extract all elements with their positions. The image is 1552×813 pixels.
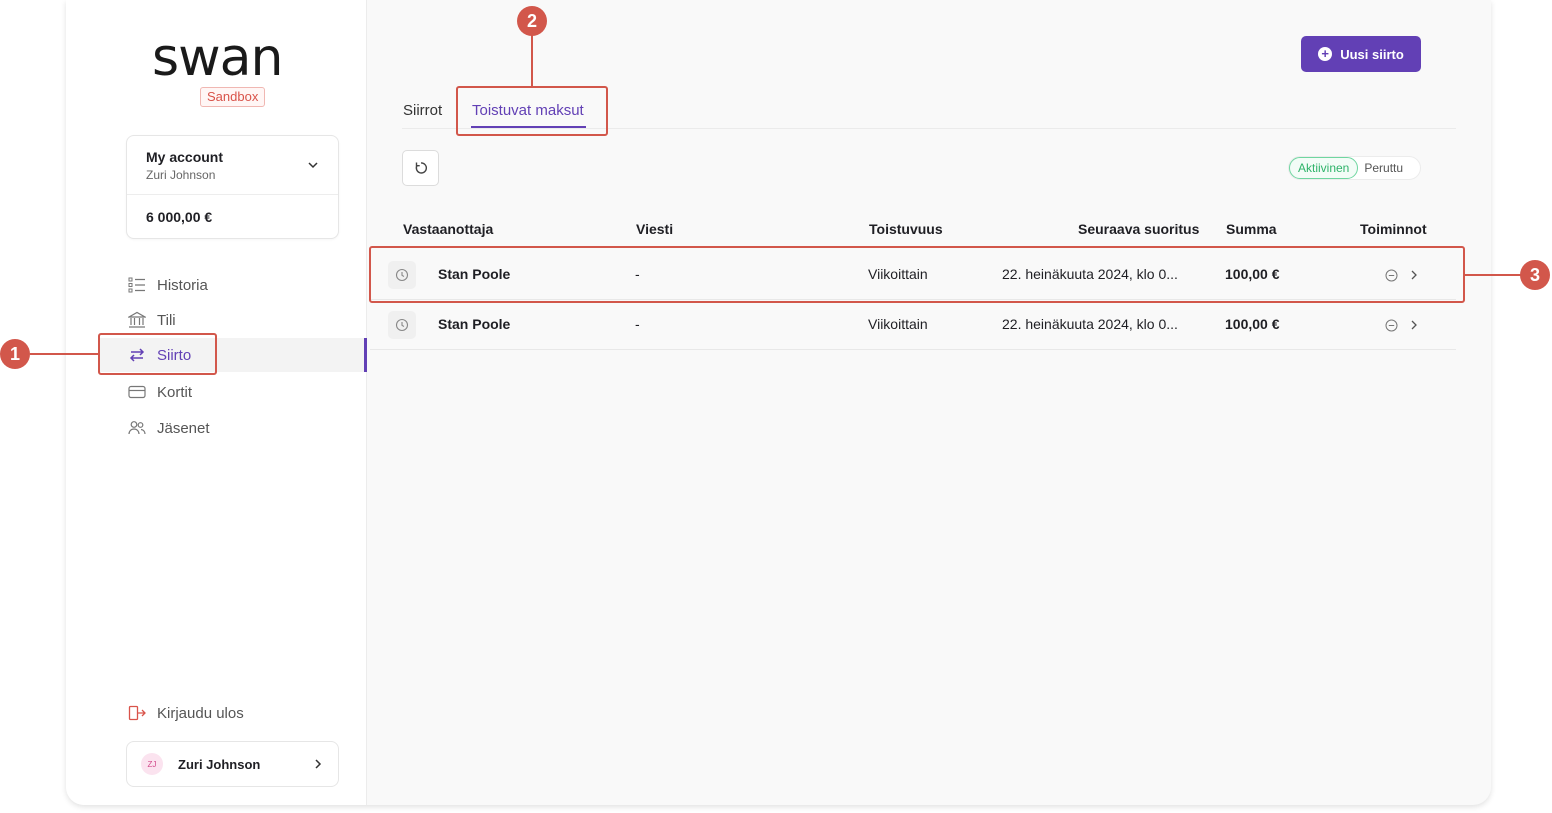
- filter-peruttu[interactable]: Peruttu: [1358, 161, 1409, 175]
- bank-icon: [128, 311, 146, 329]
- tab-siirrot[interactable]: Siirrot: [403, 102, 442, 119]
- column-header: Summa: [1226, 221, 1277, 237]
- account-name: My account: [146, 149, 224, 165]
- app-window: swan Sandbox My account Zuri Johnson 6 0…: [66, 0, 1491, 805]
- members-icon: [128, 419, 146, 437]
- callout-marker-3: 3: [1520, 260, 1550, 290]
- next-execution-cell: 22. heinäkuuta 2024, klo 0...: [1002, 316, 1178, 332]
- avatar: ZJ: [141, 753, 163, 775]
- chevron-right-icon[interactable]: [1408, 319, 1420, 331]
- logout-icon: [128, 704, 146, 722]
- sidebar-item-label: Jäsenet: [157, 419, 210, 437]
- logout-link[interactable]: Kirjaudu ulos: [126, 702, 244, 724]
- svg-text:swan: swan: [152, 32, 282, 82]
- nav-active-indicator: [364, 338, 367, 372]
- sidebar-item-jasenet[interactable]: Jäsenet: [126, 411, 366, 445]
- sidebar-item-tili[interactable]: Tili: [126, 303, 366, 337]
- chevron-right-icon: [315, 759, 322, 769]
- recipient-cell: Stan Poole: [438, 316, 511, 332]
- card-icon: [128, 383, 146, 401]
- account-balance: 6 000,00 €: [146, 209, 213, 225]
- account-selector[interactable]: My account Zuri Johnson 6 000,00 €: [126, 135, 339, 239]
- clock-icon: [388, 311, 416, 339]
- callout-line-1: [30, 353, 98, 355]
- filter-aktiivinen[interactable]: Aktiivinen: [1289, 157, 1359, 179]
- callout-marker-1: 1: [0, 339, 30, 369]
- sidebar-item-label: Historia: [157, 276, 208, 294]
- sandbox-badge: Sandbox: [200, 87, 266, 107]
- plus-circle-icon: +: [1318, 47, 1333, 61]
- sidebar-divider: [366, 0, 367, 805]
- highlight-siirto: [98, 333, 217, 375]
- chevron-down-icon: [308, 162, 318, 169]
- history-list-icon: [128, 276, 146, 294]
- swan-logo: swan: [152, 32, 283, 82]
- callout-line-3: [1465, 274, 1521, 276]
- refresh-icon: [415, 162, 427, 174]
- cancel-icon[interactable]: [1385, 319, 1398, 332]
- sidebar-item-kortit[interactable]: Kortit: [126, 375, 366, 409]
- sidebar-item-label: Tili: [157, 311, 176, 329]
- frequency-cell: Viikoittain: [868, 316, 928, 332]
- sidebar-item-historia[interactable]: Historia: [126, 268, 366, 302]
- column-header: Seuraava suoritus: [1078, 221, 1200, 237]
- callout-line-2: [531, 35, 533, 86]
- highlight-row: [369, 246, 1465, 303]
- column-header: Vastaanottaja: [403, 221, 494, 237]
- new-transfer-label: Uusi siirto: [1340, 46, 1404, 62]
- highlight-tab: [456, 86, 608, 136]
- sidebar-item-label: Kortit: [157, 383, 193, 401]
- message-cell: -: [635, 316, 640, 332]
- column-header: Toiminnot: [1360, 221, 1427, 237]
- column-header: Viesti: [636, 221, 674, 237]
- column-header: Toistuvuus: [869, 221, 943, 237]
- user-name: Zuri Johnson: [178, 756, 261, 772]
- new-transfer-button[interactable]: + Uusi siirto: [1301, 36, 1421, 72]
- amount-cell: 100,00 €: [1225, 316, 1280, 332]
- callout-marker-2: 2: [517, 6, 547, 36]
- sidebar: swan Sandbox My account Zuri Johnson 6 0…: [66, 0, 366, 805]
- user-profile-button[interactable]: ZJ Zuri Johnson: [126, 741, 339, 787]
- logout-label: Kirjaudu ulos: [157, 704, 244, 722]
- account-holder: Zuri Johnson: [146, 168, 216, 182]
- status-filter: Aktiivinen Peruttu: [1288, 156, 1421, 180]
- table-row[interactable]: Stan Poole - Viikoittain 22. heinäkuuta …: [370, 300, 1456, 350]
- refresh-button[interactable]: [402, 150, 439, 186]
